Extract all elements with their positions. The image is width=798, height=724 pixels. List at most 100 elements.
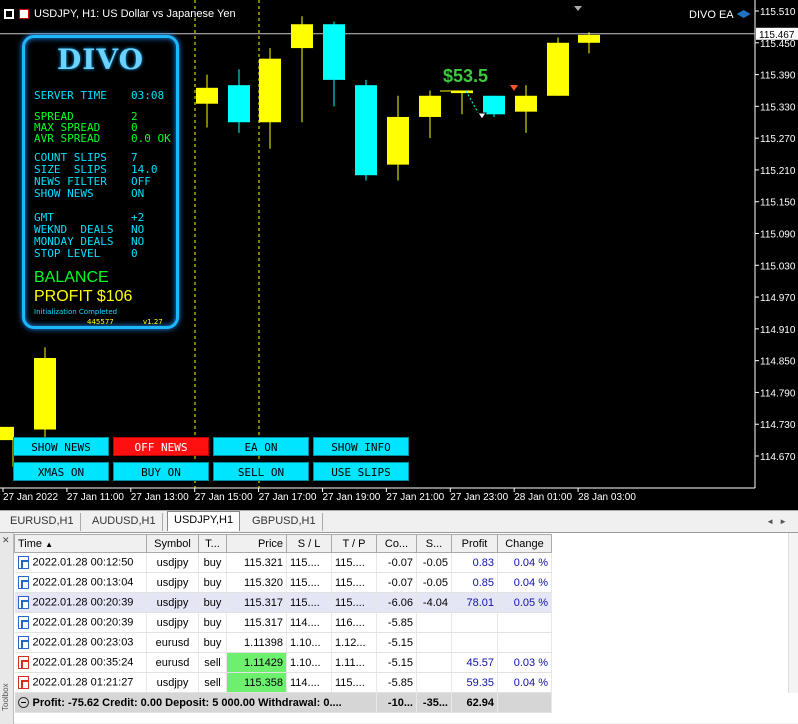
cell-price: 115.321 — [226, 552, 287, 573]
cell-type: buy — [198, 552, 227, 573]
cell-sl-text: 115.... — [290, 596, 320, 609]
cell-sl: 1.10... — [286, 632, 332, 653]
candle-body — [387, 116, 409, 165]
cell-sl-text: 115.... — [290, 556, 320, 569]
cell-change-text: 0.04 % — [513, 576, 548, 589]
table-row[interactable]: 2022.01.28 01:21:27 usdjpy sell 115.358 114.… — [14, 672, 552, 693]
cell-time: 2022.01.28 00:13:04 — [14, 572, 147, 593]
col-time[interactable]: Time ▲ — [14, 534, 147, 553]
col-price[interactable]: Price — [226, 534, 287, 553]
table-row[interactable]: 2022.01.28 00:13:04 usdjpy buy 115.320 115..… — [14, 572, 552, 593]
cell-price-text: 115.321 — [244, 556, 283, 569]
cell-sl: 114.... — [286, 612, 332, 633]
cell-swap — [416, 652, 452, 673]
cell-price: 115.320 — [226, 572, 287, 593]
cell-commission: -5.15 — [376, 632, 417, 653]
buy-order-icon — [17, 596, 29, 609]
close-icon[interactable]: ✕ — [2, 535, 10, 546]
sell-on-button[interactable]: SELL ON — [213, 462, 309, 481]
account-number: 445577 — [87, 318, 114, 326]
xmas-on-button[interactable]: XMAS ON — [13, 462, 109, 481]
tab-eurusd[interactable]: EURUSD,H1 — [4, 513, 81, 531]
totals-summary: Profit: -75.62 Credit: 0.00 Deposit: 5 0… — [14, 692, 377, 713]
candle-body — [196, 87, 218, 104]
show-news-button[interactable]: SHOW NEWS — [13, 437, 109, 456]
show-news-value: ON — [131, 187, 145, 200]
cell-change: 0.04 % — [497, 572, 552, 593]
cell-swap-text: -0.05 — [422, 556, 448, 569]
cell-commission: -6.06 — [376, 592, 417, 613]
time-tick-label: 27 Jan 21:00 — [386, 492, 444, 503]
chart-menu-icon[interactable] — [4, 9, 14, 19]
cell-swap — [416, 632, 452, 653]
col-type[interactable]: T... — [198, 534, 227, 553]
col-change[interactable]: Change — [497, 534, 552, 553]
tab-scroll-arrows-icon[interactable]: ◄► — [766, 517, 792, 526]
cell-symbol: usdjpy — [146, 572, 199, 593]
price-tick-label: 115.330 — [760, 102, 796, 113]
cell-swap-text: -4.04 — [422, 596, 448, 609]
table-row[interactable]: 2022.01.28 00:12:50 usdjpy buy 115.321 115..… — [14, 552, 552, 573]
buy-on-button[interactable]: BUY ON — [113, 462, 209, 481]
cell-type-text: buy — [203, 596, 222, 609]
col-profit[interactable]: Profit — [451, 534, 498, 553]
price-chart[interactable]: 115.510 115.450 115.390 115.330 115.270 115.2… — [0, 0, 798, 510]
off-news-button[interactable]: OFF NEWS — [113, 437, 209, 456]
col-commission[interactable]: Co... — [376, 534, 417, 553]
cell-profit: 45.57 — [451, 652, 498, 673]
price-tick-label: 114.670 — [760, 452, 796, 463]
cell-tp: 1.12... — [331, 632, 377, 653]
cell-symbol: usdjpy — [146, 552, 199, 573]
candle-body — [291, 24, 313, 49]
cell-type-text: buy — [203, 556, 222, 569]
show-info-button[interactable]: SHOW INFO — [313, 437, 409, 456]
col-swap[interactable]: S... — [416, 534, 452, 553]
cell-type: sell — [198, 672, 227, 693]
table-row[interactable]: 2022.01.28 00:20:39 usdjpy buy 115.317 115..… — [14, 592, 552, 613]
vertical-scrollbar[interactable] — [788, 533, 798, 693]
ea-label[interactable]: DIVO EA — [689, 9, 751, 21]
tab-gbpusd[interactable]: GBPUSD,H1 — [246, 513, 323, 531]
cell-commission: -5.85 — [376, 612, 417, 633]
tab-usdjpy[interactable]: USDJPY,H1 — [167, 511, 241, 531]
col-sl[interactable]: S / L — [286, 534, 332, 553]
time-tick-label: 27 Jan 13:00 — [131, 492, 189, 503]
cell-profit-text: 45.57 — [466, 656, 494, 669]
cell-swap-text: -0.05 — [422, 576, 448, 589]
balance-label: BALANCE — [34, 269, 109, 286]
ea-on-button[interactable]: EA ON — [213, 437, 309, 456]
col-tp[interactable]: T / P — [331, 534, 377, 553]
candle-body — [228, 85, 250, 123]
divo-logo: DIVO — [56, 43, 144, 76]
table-row[interactable]: 2022.01.28 00:35:24 eurusd sell 1.11429 1.10… — [14, 652, 552, 673]
cell-type: buy — [198, 592, 227, 613]
stop-level-value: 0 — [131, 247, 138, 260]
chart-tabs: EURUSD,H1 AUDUSD,H1 USDJPY,H1 GBPUSD,H1 … — [0, 510, 798, 532]
cell-time: 2022.01.28 00:20:39 — [14, 592, 147, 613]
cell-profit: 78.01 — [451, 592, 498, 613]
cell-swap: -0.05 — [416, 572, 452, 593]
cell-symbol-text: usdjpy — [156, 676, 189, 689]
candle-body — [0, 426, 14, 441]
cell-price-text: 1.11429 — [244, 656, 283, 669]
price-tick-label: 115.510 — [760, 7, 796, 18]
table-row[interactable]: 2022.01.28 00:23:03 eurusd buy 1.11398 1.10.… — [14, 632, 552, 653]
cell-price: 115.358 — [226, 672, 287, 693]
collapse-icon[interactable] — [17, 697, 29, 709]
cell-profit-text: 78.01 — [466, 596, 494, 609]
use-slips-button[interactable]: USE SLIPS — [313, 462, 409, 481]
table-row[interactable]: 2022.01.28 00:20:39 usdjpy buy 115.317 114..… — [14, 612, 552, 633]
cell-swap — [416, 612, 452, 633]
tab-audusd[interactable]: AUDUSD,H1 — [86, 513, 163, 531]
toolbox-panel: ✕ Toolbox Time ▲ Symbol T... Price S / L… — [0, 532, 798, 724]
stop-level-label: STOP LEVEL — [34, 247, 101, 260]
col-symbol[interactable]: Symbol — [146, 534, 199, 553]
cell-swap: -0.05 — [416, 552, 452, 573]
cell-symbol-text: usdjpy — [156, 616, 189, 629]
trade-close-arrow-icon — [477, 112, 487, 120]
price-tick-label: 114.730 — [760, 420, 796, 431]
cell-symbol: usdjpy — [146, 672, 199, 693]
candle-body — [578, 34, 600, 43]
divo-info-panel: DIVO SERVER TIME 03:08 SPREAD 2 MAX SPRE… — [22, 35, 179, 329]
server-time-label: SERVER TIME — [34, 89, 107, 102]
